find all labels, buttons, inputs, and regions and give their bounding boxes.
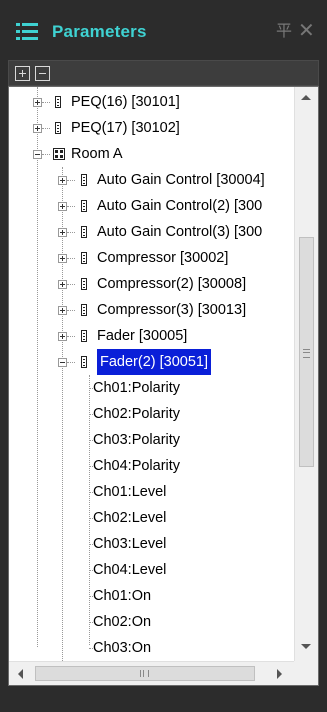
- tree-item[interactable]: Ch03:Polarity: [9, 427, 289, 453]
- tree-line: [67, 362, 75, 363]
- scroll-left-icon[interactable]: [18, 669, 23, 679]
- tree-item[interactable]: Ch02:Polarity: [9, 401, 289, 427]
- expand-icon[interactable]: [58, 228, 67, 237]
- tree-item[interactable]: Auto Gain Control [30004]: [9, 167, 289, 193]
- tree-item-label: Ch03:Polarity: [93, 432, 181, 448]
- tree-item[interactable]: Ch02:On: [9, 609, 289, 635]
- tree-item-label: Ch04:Polarity: [93, 458, 181, 474]
- tree-line: [67, 180, 75, 181]
- tree-line: [67, 336, 75, 337]
- expand-icon[interactable]: [58, 280, 67, 289]
- list-icon: [16, 23, 38, 40]
- device-icon: [81, 304, 87, 316]
- pin-icon[interactable]: 平: [276, 22, 292, 42]
- tree-item-label: Compressor [30002]: [97, 250, 229, 266]
- tree-item-label: PEQ(17) [30102]: [71, 120, 180, 136]
- tree-item[interactable]: Fader(2) [30051]: [9, 349, 289, 375]
- device-icon: [55, 122, 61, 134]
- panel-header: Parameters 平 ✕: [0, 0, 327, 58]
- tree-item-label: Ch02:Polarity: [93, 406, 181, 422]
- horizontal-scroll-thumb[interactable]: [35, 666, 255, 681]
- tree-item[interactable]: Ch03:On: [9, 635, 289, 661]
- tree-item[interactable]: Ch01:On: [9, 583, 289, 609]
- tree-item-label: Fader(2) [30051]: [97, 349, 212, 375]
- tree-line: [42, 154, 50, 155]
- room-icon: [53, 148, 65, 160]
- expand-icon[interactable]: [58, 202, 67, 211]
- tree-item[interactable]: Ch04:Polarity: [9, 453, 289, 479]
- expand-icon[interactable]: [33, 98, 42, 107]
- expand-icon[interactable]: [58, 332, 67, 341]
- tree-item-label: Auto Gain Control(2) [300: [97, 198, 263, 214]
- tree-item-label: Ch03:On: [93, 640, 152, 656]
- parameters-panel: Parameters 平 ✕ PEQ(16) [30101] PEQ(17) [3…: [0, 0, 327, 712]
- tree-item-label: Room A: [71, 146, 123, 162]
- tree-item-label: Fader [30005]: [97, 328, 188, 344]
- tree-line: [67, 258, 75, 259]
- tree-item[interactable]: Auto Gain Control(2) [300: [9, 193, 289, 219]
- tree-line: [67, 206, 75, 207]
- tree-item[interactable]: Compressor [30002]: [9, 245, 289, 271]
- tree-item-label: Compressor(3) [30013]: [97, 302, 247, 318]
- device-icon: [81, 330, 87, 342]
- tree-item[interactable]: Fader [30005]: [9, 323, 289, 349]
- tree-item-label: Ch04:Level: [93, 562, 167, 578]
- collapse-all-icon[interactable]: [35, 66, 50, 81]
- scroll-up-icon[interactable]: [301, 95, 311, 100]
- tree-item[interactable]: PEQ(16) [30101]: [9, 89, 289, 115]
- collapse-icon[interactable]: [33, 150, 42, 159]
- panel-title: Parameters: [52, 22, 147, 41]
- tree-item-label: Ch02:On: [93, 614, 152, 630]
- device-icon: [81, 252, 87, 264]
- expand-icon[interactable]: [33, 124, 42, 133]
- grip-icon: [303, 349, 310, 358]
- tree-line: [67, 232, 75, 233]
- tree-item[interactable]: Room A: [9, 141, 289, 167]
- device-icon: [81, 356, 87, 368]
- horizontal-scrollbar[interactable]: [9, 661, 294, 685]
- vertical-scroll-thumb[interactable]: [299, 237, 314, 467]
- tree-line: [42, 128, 50, 129]
- tree-line: [67, 310, 75, 311]
- collapse-icon[interactable]: [58, 358, 67, 367]
- tree-item-label: Auto Gain Control [30004]: [97, 172, 265, 188]
- tree-item-label: Ch01:Level: [93, 484, 167, 500]
- tree-item[interactable]: Ch04:Level: [9, 557, 289, 583]
- tree-item[interactable]: Ch02:Level: [9, 505, 289, 531]
- tree-item[interactable]: PEQ(17) [30102]: [9, 115, 289, 141]
- expand-icon[interactable]: [58, 254, 67, 263]
- tree-line: [42, 102, 50, 103]
- tree-item-label: Ch02:Level: [93, 510, 167, 526]
- tree-item[interactable]: Ch01:Level: [9, 479, 289, 505]
- scroll-down-icon[interactable]: [301, 644, 311, 649]
- tree-item-label: Ch01:Polarity: [93, 380, 181, 396]
- tree-item-label: PEQ(16) [30101]: [71, 94, 180, 110]
- tree-item[interactable]: Compressor(2) [30008]: [9, 271, 289, 297]
- scroll-corner: [294, 661, 318, 685]
- expand-icon[interactable]: [58, 176, 67, 185]
- tree-item[interactable]: Compressor(3) [30013]: [9, 297, 289, 323]
- grip-icon: [140, 670, 149, 677]
- tree-toolbar: [8, 60, 319, 86]
- device-icon: [81, 200, 87, 212]
- scroll-right-icon[interactable]: [277, 669, 282, 679]
- tree-item-label: Compressor(2) [30008]: [97, 276, 247, 292]
- tree-line: [67, 284, 75, 285]
- tree-item[interactable]: Ch03:Level: [9, 531, 289, 557]
- device-icon: [81, 174, 87, 186]
- device-icon: [55, 96, 61, 108]
- device-icon: [81, 278, 87, 290]
- tree-item[interactable]: Ch01:Polarity: [9, 375, 289, 401]
- tree-item-label: Ch03:Level: [93, 536, 167, 552]
- close-icon[interactable]: ✕: [298, 21, 315, 41]
- tree-item-label: Ch01:On: [93, 588, 152, 604]
- vertical-scrollbar[interactable]: [294, 87, 318, 661]
- tree-item-label: Auto Gain Control(3) [300: [97, 224, 263, 240]
- expand-all-icon[interactable]: [15, 66, 30, 81]
- tree-item[interactable]: Auto Gain Control(3) [300: [9, 219, 289, 245]
- expand-icon[interactable]: [58, 306, 67, 315]
- parameter-tree: PEQ(16) [30101] PEQ(17) [30102] Room A Auto…: [8, 86, 319, 686]
- device-icon: [81, 226, 87, 238]
